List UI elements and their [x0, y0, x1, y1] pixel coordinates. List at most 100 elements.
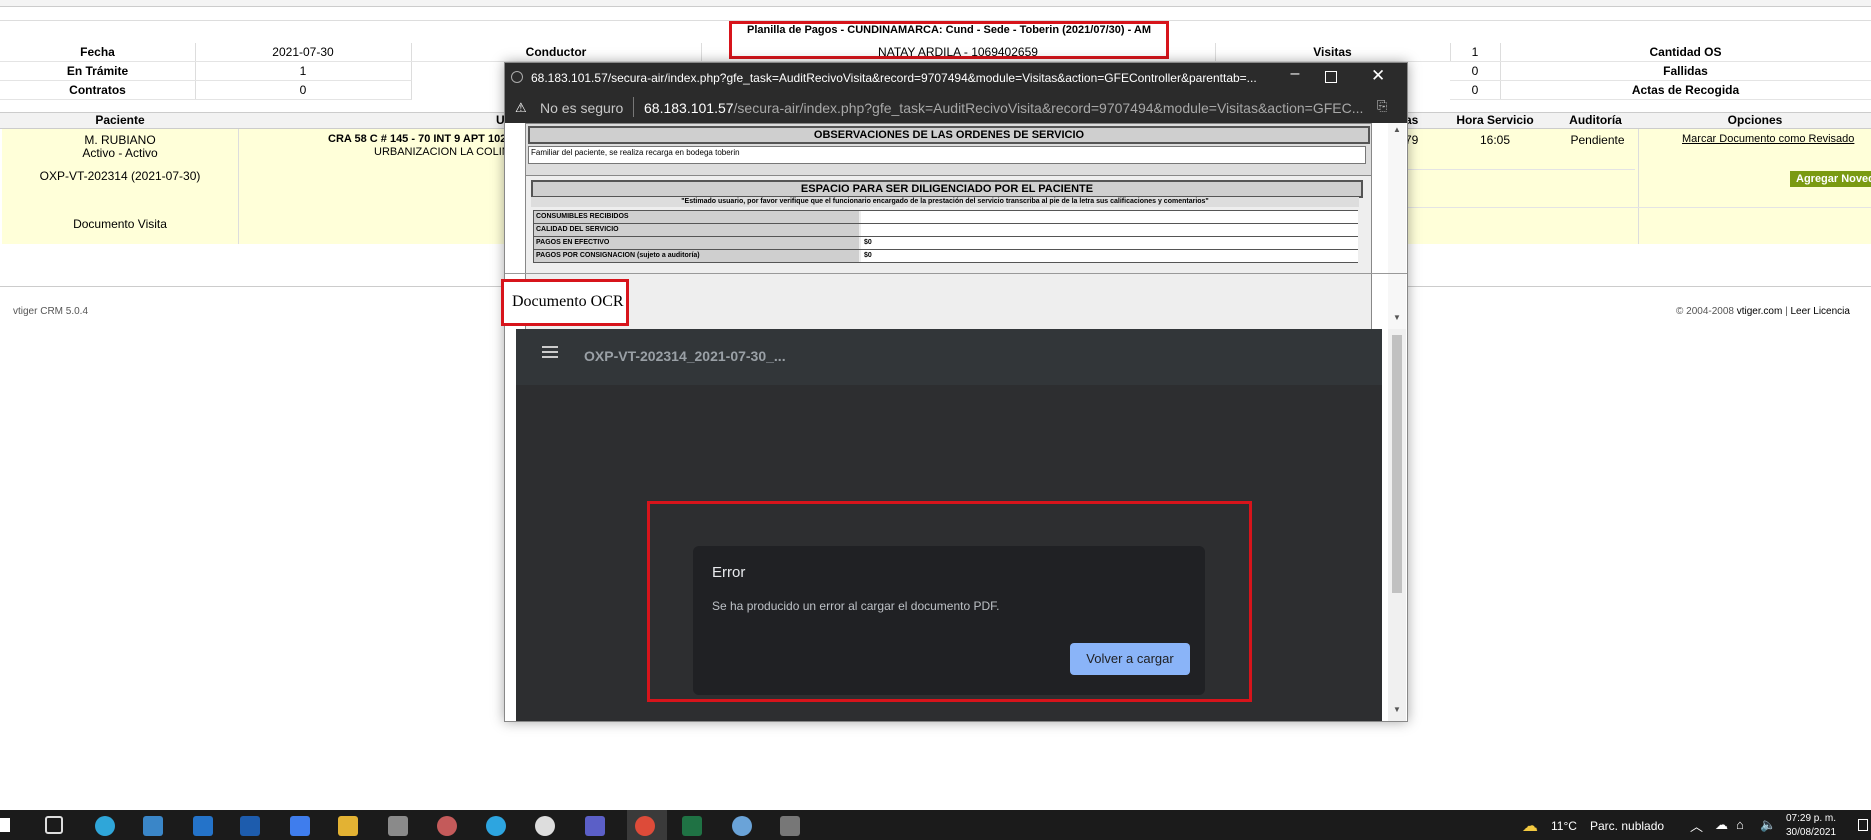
- table-row: PAGOS EN EFECTIVO $0: [533, 237, 1358, 250]
- table-row: PAGOS POR CONSIGNACION (sujeto a auditor…: [533, 250, 1358, 263]
- address-line-1: CRA 58 C # 145 - 70 INT 9 APT 102: [328, 133, 507, 145]
- url-path: /secura-air/index.php?gfe_task=AuditReci…: [733, 100, 1364, 116]
- fecha-label: Fecha: [0, 43, 196, 62]
- popup-scrollbar[interactable]: ▼: [1388, 329, 1406, 721]
- col-auditoria: Auditoría: [1569, 113, 1622, 127]
- warning-icon[interactable]: ⚠: [515, 100, 527, 116]
- row-value: [861, 211, 1358, 223]
- clock-date[interactable]: 30/08/2021: [1786, 827, 1836, 838]
- hora-servicio: 16:05: [1479, 133, 1511, 147]
- row3-value: 0: [1450, 81, 1501, 100]
- error-title: Error: [712, 564, 746, 581]
- row-value: $0: [861, 237, 1358, 249]
- weather-temp[interactable]: 11°C: [1551, 819, 1577, 833]
- explorer-icon[interactable]: [338, 816, 358, 836]
- scrollbar-thumb[interactable]: [1392, 335, 1402, 593]
- maximize-icon[interactable]: [1325, 71, 1337, 83]
- scroll-up-icon[interactable]: ▲: [1393, 125, 1401, 134]
- menu-icon[interactable]: [542, 346, 558, 348]
- cantidad-label: Cantidad OS: [1500, 43, 1871, 62]
- error-message: Se ha producido un error al cargar el do…: [712, 599, 1000, 613]
- start-icon[interactable]: [0, 818, 10, 832]
- zoom-icon[interactable]: [290, 816, 310, 836]
- ocr-label: Documento OCR: [512, 293, 624, 310]
- app-icon[interactable]: [437, 816, 457, 836]
- table-row: CALIDAD DEL SERVICIO: [533, 224, 1358, 237]
- word-icon[interactable]: [240, 816, 260, 836]
- chrome-icon[interactable]: [635, 816, 655, 836]
- divider: [1405, 169, 1635, 170]
- volume-icon[interactable]: 🔈: [1760, 817, 1776, 833]
- store-icon[interactable]: [143, 816, 163, 836]
- visitas-value: 1: [1450, 43, 1501, 62]
- weather-desc[interactable]: Parc. nublado: [1590, 819, 1664, 833]
- error-dialog: Error Se ha producido un error al cargar…: [693, 546, 1205, 695]
- site-info-icon[interactable]: [511, 71, 523, 83]
- mail-icon[interactable]: [193, 816, 213, 836]
- license-link[interactable]: Leer Licencia: [1790, 306, 1849, 317]
- footer-version: vtiger CRM 5.0.4: [13, 306, 89, 317]
- excel-icon[interactable]: [682, 816, 702, 836]
- patient-space-panel: ESPACIO PARA SER DILIGENCIADO POR EL PAC…: [525, 175, 1372, 331]
- task-view-icon[interactable]: [45, 816, 63, 834]
- scroll-down-icon[interactable]: ▼: [1393, 705, 1401, 714]
- notification-icon[interactable]: [1858, 819, 1868, 831]
- teams-icon[interactable]: [585, 816, 605, 836]
- auditoria-status: Pendiente: [1570, 133, 1625, 147]
- taskbar: ☁ 11°C Parc. nublado ︿ ☁ ⌂ 🔈 07:29 p. m.…: [0, 810, 1871, 840]
- observations-text: Familiar del paciente, se realiza recarg…: [528, 146, 1366, 164]
- chevron-up-icon[interactable]: ︿: [1690, 816, 1703, 835]
- weather-icon[interactable]: ☁: [1522, 816, 1538, 836]
- ocr-label-box: Documento OCR: [501, 279, 629, 326]
- conductor-value: NATAY ARDILA - 1069402659: [701, 43, 1216, 62]
- minimize-icon[interactable]: –: [1280, 65, 1310, 83]
- app-icon[interactable]: [535, 816, 555, 836]
- calculator-icon[interactable]: [780, 816, 800, 836]
- divider: [1405, 207, 1871, 208]
- patient-space-note: "Estimado usuario, por favor verifique q…: [531, 197, 1359, 207]
- inner-scrollbar[interactable]: ▲ ▼: [1388, 123, 1406, 329]
- not-secure-label[interactable]: No es seguro: [540, 100, 623, 116]
- edge-icon[interactable]: [95, 816, 115, 836]
- fecha-value: 2021-07-30: [195, 43, 412, 62]
- col-hora: Hora Servicio: [1456, 113, 1534, 127]
- row-value: $0: [861, 250, 1358, 262]
- clock-time[interactable]: 07:29 p. m.: [1786, 813, 1836, 824]
- paint-icon[interactable]: [732, 816, 752, 836]
- cloud-icon[interactable]: ☁: [1715, 817, 1728, 833]
- row-value: [861, 224, 1358, 236]
- copyright-text: © 2004-2008: [1676, 306, 1737, 317]
- network-icon[interactable]: ⌂: [1736, 817, 1744, 832]
- patient-name: M. RUBIANO: [84, 133, 156, 147]
- row2-value: 0: [1450, 62, 1501, 81]
- observations-header: OBSERVACIONES DE LAS ORDENES DE SERVICIO: [528, 126, 1370, 144]
- close-icon[interactable]: ✕: [1371, 66, 1385, 86]
- documento-visita[interactable]: Documento Visita: [2, 217, 238, 231]
- window-titlebar[interactable]: 68.183.101.57/secura-air/index.php?gfe_t…: [505, 63, 1407, 93]
- actas-label: Actas de Recogida: [1500, 81, 1871, 100]
- contratos-label: Contratos: [0, 81, 196, 100]
- address-url[interactable]: 68.183.101.57/secura-air/index.php?gfe_t…: [644, 100, 1364, 116]
- row-label: CALIDAD DEL SERVICIO: [534, 224, 859, 236]
- translate-icon[interactable]: ⎘: [1377, 98, 1387, 114]
- divider: [505, 273, 1407, 274]
- scroll-down-icon[interactable]: ▼: [1393, 313, 1401, 322]
- divider: [238, 129, 239, 244]
- summary-row-1: Fecha 2021-07-30 Conductor NATAY ARDILA …: [0, 43, 1871, 62]
- tramite-label: En Trámite: [0, 62, 196, 81]
- address-bar[interactable]: ⚠ No es seguro 68.183.101.57/secura-air/…: [505, 93, 1407, 123]
- patient-status: Activo - Activo: [82, 146, 158, 160]
- row-label: PAGOS POR CONSIGNACION (sujeto a auditor…: [534, 250, 859, 262]
- vtiger-link[interactable]: vtiger.com: [1737, 306, 1783, 317]
- visitas-label: Visitas: [1215, 43, 1451, 62]
- app-icon[interactable]: [388, 816, 408, 836]
- footer-copyright: © 2004-2008 vtiger.com | Leer Licencia: [1676, 306, 1850, 317]
- address-line-2: URBANIZACION LA COLIN: [374, 146, 510, 158]
- add-novedad-button[interactable]: Agregar Noved: [1790, 171, 1871, 187]
- divider: [1638, 129, 1639, 244]
- telegram-icon[interactable]: [486, 816, 506, 836]
- table-row: CONSUMIBLES RECIBIDOS: [533, 210, 1358, 224]
- mark-reviewed-link[interactable]: Marcar Documento como Revisado: [1682, 133, 1854, 145]
- window-title: 68.183.101.57/secura-air/index.php?gfe_t…: [531, 71, 1257, 85]
- reload-button[interactable]: Volver a cargar: [1070, 643, 1190, 675]
